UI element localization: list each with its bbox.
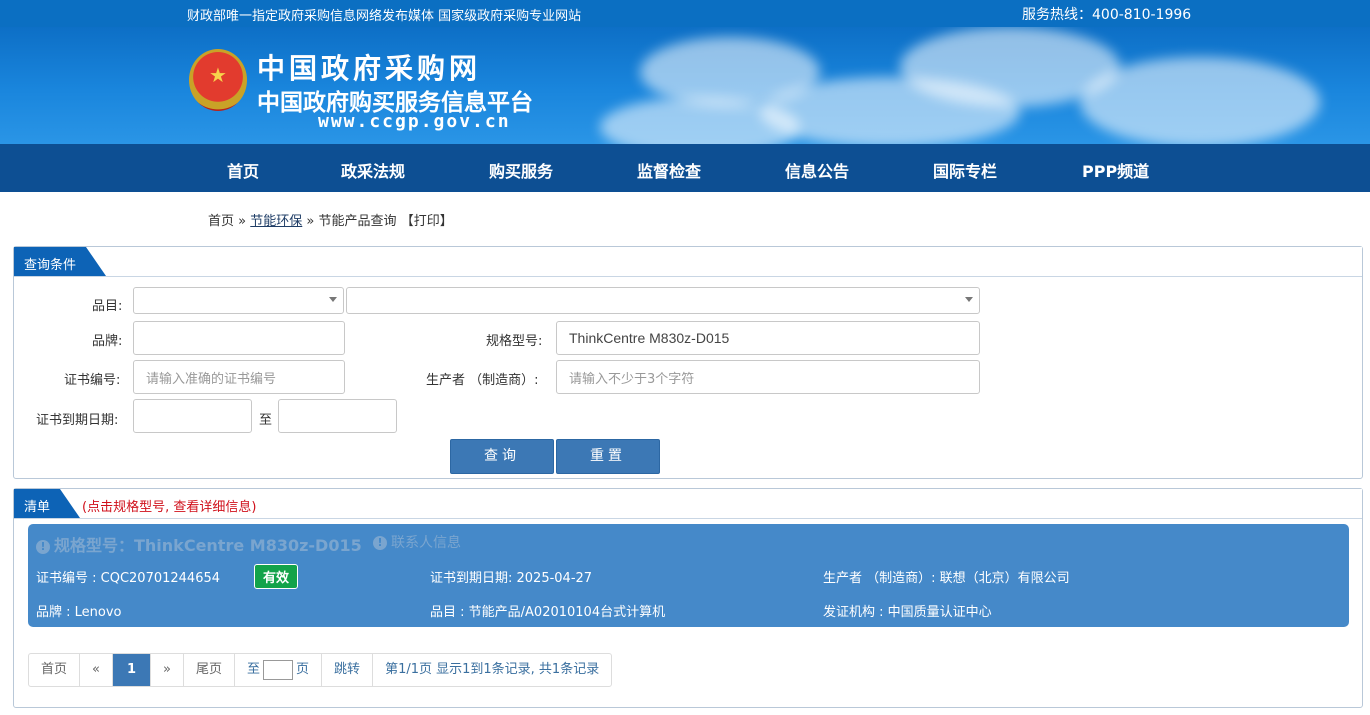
cert-no-placeholder: 请输入准确的证书编号 <box>146 371 277 387</box>
results-panel: 清单 (点击规格型号, 查看详细信息) ! 规格型号：ThinkCentre M8… <box>13 488 1363 708</box>
result-card: ! 规格型号：ThinkCentre M830z-D015 ! 联系人信息 证书编号… <box>28 524 1349 627</box>
category-select-primary[interactable] <box>133 287 344 314</box>
results-panel-header: 清单 (点击规格型号, 查看详细信息) <box>14 489 1362 519</box>
brand-label: 品牌: <box>92 334 123 349</box>
cert-no-input[interactable]: 请输入准确的证书编号 <box>133 360 345 394</box>
status-badge: 有效 <box>254 564 299 589</box>
nav-item-announcements[interactable]: 信息公告 <box>785 158 849 182</box>
contact-info-link[interactable]: ! 联系人信息 <box>373 532 461 552</box>
breadcrumb-current: 节能产品查询 <box>318 214 397 229</box>
chevron-down-icon <box>329 297 337 302</box>
expiry-to-input[interactable] <box>278 399 397 433</box>
nav-item-ppp[interactable]: PPP频道 <box>1082 158 1149 182</box>
brand-input[interactable] <box>133 321 345 355</box>
site-banner: ★ 中国政府采购网 中国政府购买服务信息平台 www.ccgp.gov.cn <box>0 27 1370 144</box>
service-hotline: 服务热线：400-810-1996 <box>1022 7 1192 23</box>
breadcrumb-separator: » <box>306 214 315 229</box>
breadcrumb-section[interactable]: 节能环保 <box>250 214 302 229</box>
main-nav: 首页 政采法规 购买服务 监督检查 信息公告 国际专栏 PPP频道 <box>0 144 1370 192</box>
result-model-title[interactable]: ! 规格型号：ThinkCentre M830z-D015 <box>36 532 362 556</box>
result-model-title-text: 规格型号：ThinkCentre M830z-D015 <box>54 536 362 555</box>
pager-page-input[interactable] <box>263 659 294 680</box>
print-link[interactable]: 【打印】 <box>401 214 453 229</box>
breadcrumb-home[interactable]: 首页 <box>208 214 234 229</box>
result-issuer: 发证机构 : 中国质量认证中心 <box>823 605 992 620</box>
pager-goto-prefix: 至 <box>247 662 261 677</box>
nav-item-international[interactable]: 国际专栏 <box>933 158 997 182</box>
reset-button[interactable]: 重置 <box>556 439 660 474</box>
pager-goto: 至页 <box>235 654 323 686</box>
pager-jump-button[interactable]: 跳转 <box>322 654 374 686</box>
site-title[interactable]: 中国政府采购网 <box>257 47 481 87</box>
site-url[interactable]: www.ccgp.gov.cn <box>318 111 511 132</box>
chevron-down-icon <box>965 297 973 302</box>
contact-info-text: 联系人信息 <box>391 535 461 551</box>
nav-item-supervision[interactable]: 监督检查 <box>637 158 701 182</box>
breadcrumb-separator: » <box>238 214 247 229</box>
model-input-value: ThinkCentre M830z-D015 <box>569 330 730 346</box>
expiry-range-separator: 至 <box>259 413 273 428</box>
pager-prev[interactable]: « <box>80 654 113 686</box>
nav-item-purchase-services[interactable]: 购买服务 <box>489 158 553 182</box>
results-tab: 清单 <box>14 489 81 518</box>
pager-next[interactable]: » <box>151 654 184 686</box>
national-emblem-logo[interactable]: ★ <box>189 49 247 111</box>
result-category: 品目 : 节能产品/A02010104台式计算机 <box>430 605 666 620</box>
cert-no-label: 证书编号: <box>64 373 121 388</box>
model-label: 规格型号: <box>486 334 543 349</box>
pager-goto-suffix: 页 <box>296 662 310 677</box>
result-maker: 生产者 （制造商）: 联想（北京）有限公司 <box>823 571 1070 586</box>
site-slogan: 财政部唯一指定政府采购信息网络发布媒体 国家级政府采购专业网站 <box>187 9 582 24</box>
top-info-bar: 财政部唯一指定政府采购信息网络发布媒体 国家级政府采购专业网站 服务热线：400… <box>0 0 1370 27</box>
maker-input[interactable]: 请输入不少于3个字符 <box>556 360 980 394</box>
maker-placeholder: 请输入不少于3个字符 <box>569 371 695 387</box>
info-icon: ! <box>36 540 50 554</box>
query-panel: 查询条件 品目: 品牌: 规格型号: ThinkCentre M830z-D01… <box>13 246 1363 479</box>
pager-current-page[interactable]: 1 <box>112 654 152 686</box>
query-panel-header: 查询条件 <box>14 247 1362 277</box>
expiry-label: 证书到期日期: <box>36 413 119 428</box>
results-hint: (点击规格型号, 查看详细信息) <box>82 500 257 515</box>
info-icon: ! <box>373 536 387 550</box>
result-brand: 品牌 : Lenovo <box>36 605 122 620</box>
query-tab: 查询条件 <box>14 247 107 276</box>
expiry-from-input[interactable] <box>133 399 252 433</box>
category-label: 品目: <box>92 299 123 314</box>
nav-item-regulations[interactable]: 政采法规 <box>341 158 405 182</box>
pager-summary: 第1/1页 显示1到1条记录, 共1条记录 <box>385 662 600 677</box>
pager-first[interactable]: 首页 <box>29 654 81 686</box>
result-cert-no: 证书编号 : CQC20701244654 <box>36 571 221 586</box>
pager-last[interactable]: 尾页 <box>184 654 236 686</box>
search-button[interactable]: 查询 <box>450 439 554 474</box>
cloud-decoration <box>1080 57 1320 144</box>
result-expiry: 证书到期日期: 2025-04-27 <box>430 571 593 586</box>
nav-item-home[interactable]: 首页 <box>227 158 259 182</box>
pagination: 首页 « 1 » 尾页 至页 跳转 第1/1页 显示1到1条记录, 共1条记录 <box>28 653 613 687</box>
breadcrumb: 首页 » 节能环保 » 节能产品查询 【打印】 <box>208 210 453 229</box>
model-input[interactable]: ThinkCentre M830z-D015 <box>556 321 980 355</box>
maker-label: 生产者 （制造商）: <box>426 373 539 388</box>
category-select-secondary[interactable] <box>346 287 980 314</box>
